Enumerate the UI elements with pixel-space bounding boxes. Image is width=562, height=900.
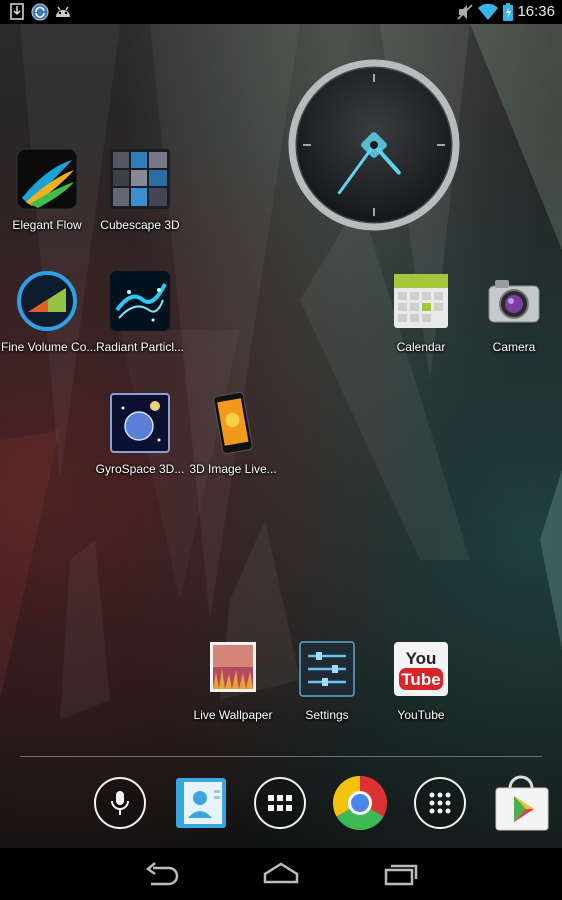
clock-face (288, 59, 460, 231)
back-button[interactable] (141, 860, 181, 888)
app-settings[interactable]: Settings (281, 638, 373, 722)
contacts-button[interactable] (172, 774, 230, 832)
chrome-button[interactable] (331, 774, 389, 832)
recent-apps-button[interactable] (381, 860, 421, 888)
microphone-icon (111, 791, 129, 815)
app-gyrospace-3d[interactable]: GyroSpace 3D... (94, 392, 186, 476)
svg-text:You: You (406, 649, 437, 668)
app-label: Camera (492, 340, 536, 354)
app-youtube[interactable]: You Tube YouTube (375, 638, 467, 722)
chrome-icon (332, 776, 387, 831)
recent-apps-icon (384, 864, 418, 886)
app-label: Fine Volume Co... (1, 340, 97, 354)
app-3d-image-live[interactable]: 3D Image Live... (187, 391, 279, 476)
navigation-bar (0, 848, 562, 900)
analog-clock-widget[interactable] (287, 58, 461, 232)
wifi-icon (478, 3, 498, 20)
android-icon (56, 6, 70, 17)
apps-grid-icon (429, 792, 451, 814)
app-radiant-particles[interactable]: Radiant Particl... (94, 270, 186, 354)
back-icon (145, 862, 179, 886)
app-label: Calendar (396, 340, 446, 354)
app-drawer-button[interactable] (251, 774, 309, 832)
wallpaper (0, 0, 562, 900)
fine-volume-icon (16, 270, 78, 332)
app-label: Live Wallpaper (193, 708, 273, 722)
mute-icon (457, 4, 473, 20)
settings-icon (296, 638, 358, 700)
voice-search-button[interactable] (91, 774, 149, 832)
sync-icon (31, 3, 49, 21)
dock-divider (20, 756, 542, 757)
contacts-icon (176, 778, 226, 828)
app-label: Elegant Flow (12, 218, 82, 232)
app-calendar[interactable]: Calendar (375, 270, 467, 354)
app-camera[interactable]: Camera (468, 270, 560, 354)
app-label: GyroSpace 3D... (95, 462, 185, 476)
battery-icon (503, 3, 513, 21)
app-live-wallpaper[interactable]: Live Wallpaper (187, 638, 279, 722)
app-elegant-flow[interactable]: Elegant Flow (1, 148, 93, 232)
home-screen: 16:36 Elegant Flow Cubescape 3D Fine Vol… (0, 0, 562, 900)
all-apps-icon (268, 795, 292, 811)
download-icon (10, 3, 24, 20)
cubescape-icon (109, 148, 171, 210)
3d-image-live-icon (202, 391, 264, 455)
apps-grid-button[interactable] (411, 774, 469, 832)
app-label: Settings (305, 708, 349, 722)
play-store-button[interactable] (492, 774, 550, 832)
status-bar: 16:36 (0, 0, 562, 24)
app-label: Radiant Particl... (95, 340, 185, 354)
live-wallpaper-icon (202, 638, 264, 700)
app-label: YouTube (397, 708, 445, 722)
gyrospace-icon (109, 392, 171, 454)
wallpaper-pattern (0, 24, 562, 720)
app-label: 3D Image Live... (189, 462, 277, 476)
calendar-icon (390, 270, 452, 332)
youtube-icon: You Tube (390, 638, 452, 700)
svg-text:Tube: Tube (401, 670, 440, 689)
elegant-flow-icon (16, 148, 78, 210)
app-label: Cubescape 3D (100, 218, 180, 232)
status-time: 16:36 (517, 3, 555, 20)
play-store-icon (495, 775, 549, 831)
home-icon (263, 862, 299, 884)
app-cubescape-3d[interactable]: Cubescape 3D (94, 148, 186, 232)
home-button[interactable] (261, 860, 301, 888)
camera-icon (483, 270, 545, 332)
radiant-particles-icon (109, 270, 171, 332)
app-fine-volume[interactable]: Fine Volume Co... (1, 270, 97, 354)
